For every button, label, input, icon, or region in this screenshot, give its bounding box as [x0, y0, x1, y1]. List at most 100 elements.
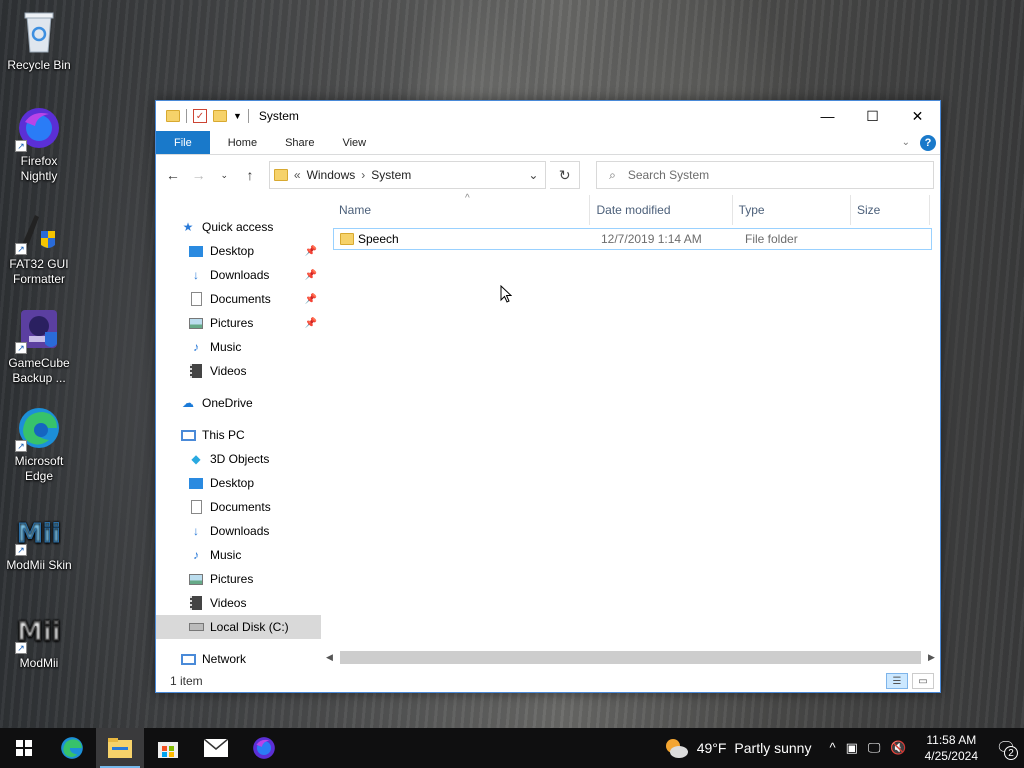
start-button[interactable]: [0, 728, 48, 768]
breadcrumb-windows[interactable]: Windows: [307, 168, 356, 182]
desktop-icon-label: GameCube Backup ...: [8, 356, 70, 385]
nav-qa-music[interactable]: ♪ Music: [156, 335, 321, 359]
column-name[interactable]: Name: [333, 195, 591, 225]
nav-network[interactable]: Network: [156, 647, 321, 671]
desktop-icon-label: Recycle Bin: [7, 58, 71, 72]
desktop-icon-fat32-formatter[interactable]: ↗ FAT32 GUI Formatter: [2, 207, 76, 287]
taskbar-edge[interactable]: [48, 728, 96, 768]
column-date-modified[interactable]: Date modified: [590, 195, 733, 225]
shortcut-arrow-icon: ↗: [15, 642, 27, 654]
firefox-nightly-icon: [253, 737, 275, 759]
show-hidden-icons-icon[interactable]: ^: [829, 740, 835, 756]
pictures-icon: [188, 571, 204, 587]
file-row-speech[interactable]: Speech 12/7/2019 1:14 AM File folder: [333, 228, 932, 250]
desktop-icon-modmii[interactable]: Mii ↗ ModMii: [2, 606, 76, 671]
column-type[interactable]: Type: [733, 195, 852, 225]
windows-logo-icon: [16, 740, 32, 756]
nav-label: OneDrive: [202, 396, 253, 410]
taskbar-file-explorer[interactable]: [96, 728, 144, 768]
modmii-skin-icon: Mii ↗: [15, 508, 63, 556]
horizontal-scrollbar[interactable]: ◀ ▶: [321, 649, 940, 666]
nav-pc-3d-objects[interactable]: ◆ 3D Objects: [156, 447, 321, 471]
desktop-icon-recycle-bin[interactable]: Recycle Bin: [2, 8, 76, 73]
desktop-icon-modmii-skin[interactable]: Mii ↗ ModMii Skin: [2, 508, 76, 573]
nav-label: Quick access: [202, 220, 274, 234]
up-button[interactable]: ↑: [239, 164, 261, 186]
breadcrumb-overflow[interactable]: «: [294, 168, 301, 182]
navigation-pane: ★ Quick access Desktop 📌 ↓ Downloads 📌 D…: [156, 195, 321, 670]
desktop-icon-label: ModMii Skin: [6, 558, 72, 572]
scroll-left-icon[interactable]: ◀: [321, 652, 338, 663]
desktop-icon-microsoft-edge[interactable]: ↗ Microsoft Edge: [2, 404, 76, 484]
nav-pc-desktop[interactable]: Desktop: [156, 471, 321, 495]
nav-pc-local-disk[interactable]: Local Disk (C:): [156, 615, 321, 639]
nav-quick-access[interactable]: ★ Quick access: [156, 215, 321, 239]
clock[interactable]: 11:58 AM 4/25/2024: [915, 732, 988, 764]
downloads-icon: ↓: [193, 524, 199, 538]
nav-pc-documents[interactable]: Documents: [156, 495, 321, 519]
search-box[interactable]: ⌕ Search System: [596, 161, 934, 189]
file-list[interactable]: ^ Name Date modified Type Size Speech 12…: [321, 193, 940, 670]
recent-locations-icon[interactable]: ⌄: [213, 164, 235, 186]
firefox-nightly-icon: ↗: [15, 104, 63, 152]
file-type: File folder: [745, 232, 798, 246]
tab-view[interactable]: View: [328, 131, 380, 154]
expand-ribbon-icon[interactable]: ⌄: [902, 137, 910, 148]
file-name: Speech: [358, 232, 399, 246]
tab-share[interactable]: Share: [271, 131, 328, 154]
notification-count: 2: [1004, 746, 1018, 760]
network-icon[interactable]: 🖵: [868, 740, 881, 756]
pin-icon: 📌: [304, 317, 317, 329]
help-icon[interactable]: ?: [920, 134, 936, 151]
shortcut-arrow-icon: ↗: [15, 243, 27, 255]
taskbar-mail[interactable]: [192, 728, 240, 768]
scrollbar-thumb[interactable]: [340, 651, 921, 664]
search-input[interactable]: Search System: [628, 168, 709, 182]
desktop-icon-gamecube-backup[interactable]: ↗ GameCube Backup ...: [2, 306, 76, 386]
taskbar-microsoft-store[interactable]: [144, 728, 192, 768]
weather-widget[interactable]: 49°F Partly sunny: [653, 737, 822, 759]
column-size[interactable]: Size: [851, 195, 930, 225]
address-bar[interactable]: « Windows › System ⌄: [268, 161, 547, 189]
recycle-bin-icon: [15, 8, 63, 56]
nav-qa-desktop[interactable]: Desktop 📌: [156, 239, 321, 263]
scroll-right-icon[interactable]: ▶: [923, 652, 940, 663]
properties-icon[interactable]: ✓: [193, 109, 207, 123]
nav-qa-pictures[interactable]: Pictures 📌: [156, 311, 321, 335]
nav-this-pc[interactable]: This PC: [156, 423, 321, 447]
nav-label: Documents: [210, 500, 271, 514]
minimize-button[interactable]: —: [805, 101, 850, 131]
nav-pc-videos[interactable]: Videos: [156, 591, 321, 615]
nav-qa-downloads[interactable]: ↓ Downloads 📌: [156, 263, 321, 287]
nav-qa-videos[interactable]: Videos: [156, 359, 321, 383]
large-icons-view-button[interactable]: ▭: [912, 673, 934, 689]
new-folder-icon[interactable]: [213, 110, 227, 122]
nav-pc-pictures[interactable]: Pictures: [156, 567, 321, 591]
maximize-button[interactable]: ☐: [850, 101, 895, 131]
nav-pc-music[interactable]: ♪ Music: [156, 543, 321, 567]
taskbar-firefox-nightly[interactable]: [240, 728, 288, 768]
tab-file[interactable]: File: [156, 131, 210, 154]
details-view-button[interactable]: ☰: [886, 673, 908, 689]
cloud-icon: ☁: [182, 396, 194, 410]
customize-toolbar-icon[interactable]: ▼: [233, 111, 242, 121]
file-explorer-icon: [108, 738, 132, 758]
nav-pc-downloads[interactable]: ↓ Downloads: [156, 519, 321, 543]
breadcrumb-system[interactable]: System: [371, 168, 411, 182]
forward-button[interactable]: →: [188, 164, 210, 186]
videos-icon: [188, 363, 204, 379]
back-button[interactable]: ←: [162, 164, 184, 186]
volume-muted-icon[interactable]: 🔇: [890, 740, 906, 756]
refresh-button[interactable]: ↻: [550, 161, 581, 189]
meet-now-icon[interactable]: ▣: [846, 740, 858, 756]
tab-home[interactable]: Home: [214, 131, 271, 154]
close-button[interactable]: ✕: [895, 101, 940, 131]
nav-onedrive[interactable]: ☁ OneDrive: [156, 391, 321, 415]
title-bar[interactable]: ✓ ▼ System — ☐ ✕: [156, 101, 940, 131]
desktop-icon-firefox-nightly[interactable]: ↗ Firefox Nightly: [2, 104, 76, 184]
clock-time: 11:58 AM: [926, 733, 977, 747]
breadcrumb-separator[interactable]: ›: [361, 168, 365, 182]
nav-qa-documents[interactable]: Documents 📌: [156, 287, 321, 311]
notification-center-button[interactable]: 🗨 2: [988, 728, 1024, 768]
address-dropdown-icon[interactable]: ⌄: [521, 168, 545, 182]
